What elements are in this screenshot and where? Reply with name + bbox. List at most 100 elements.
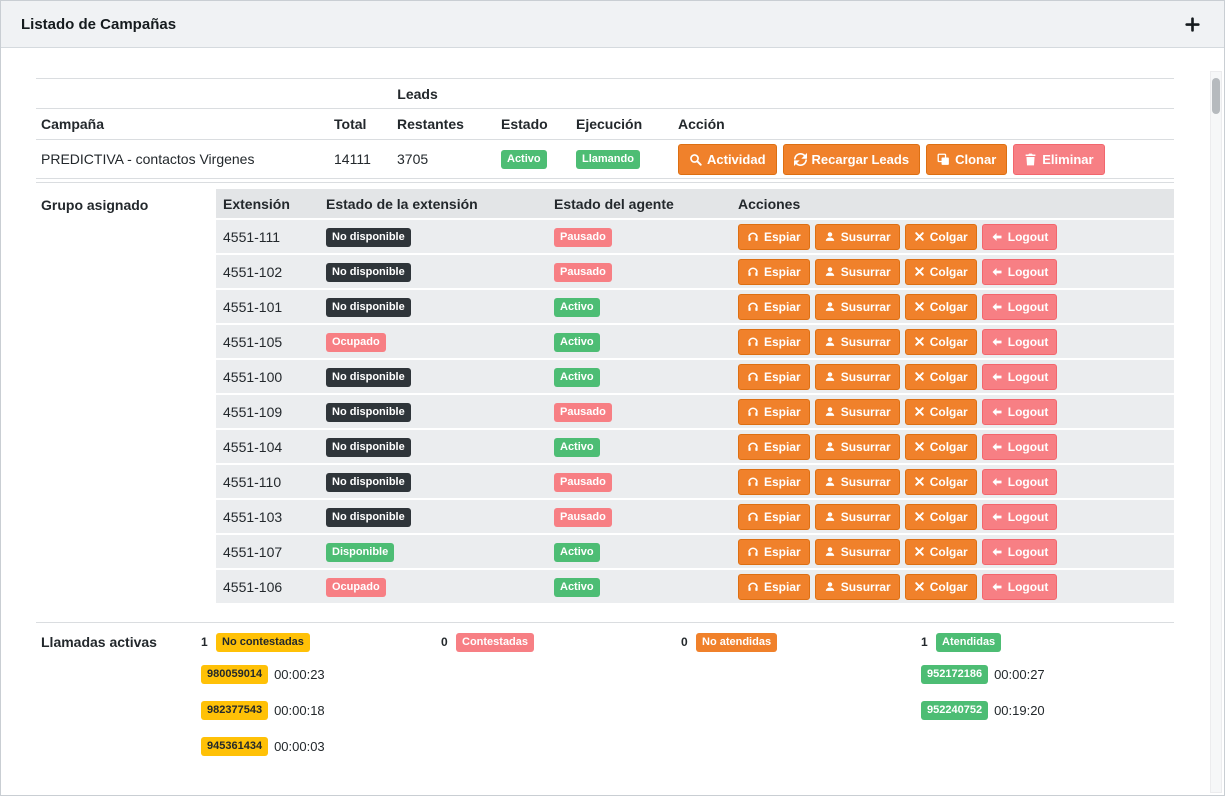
hangup-button[interactable]: Colgar — [905, 294, 977, 320]
call-number-badge: 980059014 — [201, 665, 268, 684]
logout-arrow-icon — [991, 301, 1003, 313]
spy-button[interactable]: Espiar — [738, 539, 810, 565]
whisper-button[interactable]: Susurrar — [815, 364, 900, 390]
logout-button-label: Logout — [1008, 440, 1049, 454]
whisper-button[interactable]: Susurrar — [815, 574, 900, 600]
whisper-button[interactable]: Susurrar — [815, 294, 900, 320]
hangup-button[interactable]: Colgar — [905, 469, 977, 495]
whisper-button[interactable]: Susurrar — [815, 329, 900, 355]
logout-button[interactable]: Logout — [982, 574, 1058, 600]
clone-button[interactable]: Clonar — [926, 144, 1007, 175]
hangup-button[interactable]: Colgar — [905, 399, 977, 425]
logout-button[interactable]: Logout — [982, 259, 1058, 285]
whisper-button[interactable]: Susurrar — [815, 259, 900, 285]
whisper-button-label: Susurrar — [841, 300, 891, 314]
hangup-x-icon — [914, 231, 925, 242]
extension-cell: 4551-106 — [216, 579, 326, 595]
delete-button[interactable]: Eliminar — [1013, 144, 1104, 175]
call-entry: 980059014 00:00:23 — [201, 665, 441, 684]
whisper-button[interactable]: Susurrar — [815, 399, 900, 425]
hangup-button[interactable]: Colgar — [905, 259, 977, 285]
logout-button[interactable]: Logout — [982, 504, 1058, 530]
column-header-execution: Ejecución — [576, 116, 676, 132]
hangup-button[interactable]: Colgar — [905, 329, 977, 355]
row-actions-cell: Espiar Susurrar Colgar Logout — [731, 399, 1174, 425]
hangup-button[interactable]: Colgar — [905, 224, 977, 250]
spy-button[interactable]: Espiar — [738, 399, 810, 425]
activity-button[interactable]: Actividad — [678, 144, 777, 175]
extension-label: 4551-105 — [223, 334, 282, 350]
extension-label: 4551-102 — [223, 264, 282, 280]
agent-state-badge: Activo — [554, 368, 600, 387]
row-actions-cell: Espiar Susurrar Colgar Logout — [731, 294, 1174, 320]
whisper-button[interactable]: Susurrar — [815, 539, 900, 565]
agent-state-cell: Activo — [554, 297, 731, 317]
call-entry: 952240752 00:19:20 — [921, 701, 1161, 720]
add-campaign-button[interactable] — [1181, 13, 1204, 36]
extension-cell: 4551-101 — [216, 299, 326, 315]
group-table-row: 4551-107 Disponible Activo Espiar — [216, 535, 1174, 570]
hangup-button-label: Colgar — [930, 370, 968, 384]
spy-button[interactable]: Espiar — [738, 224, 810, 250]
logout-button[interactable]: Logout — [982, 539, 1058, 565]
spy-button[interactable]: Espiar — [738, 259, 810, 285]
calls-count: 1 — [201, 635, 208, 649]
group-table-row: 4551-101 No disponible Activo Espiar — [216, 290, 1174, 325]
extension-state-badge: No disponible — [326, 438, 411, 457]
extension-cell: 4551-111 — [216, 229, 326, 245]
logout-button[interactable]: Logout — [982, 364, 1058, 390]
logout-button[interactable]: Logout — [982, 399, 1058, 425]
hangup-button[interactable]: Colgar — [905, 364, 977, 390]
logout-button[interactable]: Logout — [982, 224, 1058, 250]
delete-button-label: Eliminar — [1042, 152, 1093, 167]
column-header-state: Estado — [501, 116, 576, 132]
spy-button-label: Espiar — [764, 510, 801, 524]
vertical-scrollbar[interactable] — [1210, 71, 1222, 793]
extension-state-badge: No disponible — [326, 368, 411, 387]
logout-button[interactable]: Logout — [982, 469, 1058, 495]
call-entry: 982377543 00:00:18 — [201, 701, 441, 720]
agent-state-cell: Pausado — [554, 227, 731, 247]
logout-button[interactable]: Logout — [982, 329, 1058, 355]
spy-button[interactable]: Espiar — [738, 434, 810, 460]
hangup-button[interactable]: Colgar — [905, 434, 977, 460]
whisper-button-label: Susurrar — [841, 405, 891, 419]
spy-button[interactable]: Espiar — [738, 294, 810, 320]
hangup-button[interactable]: Colgar — [905, 539, 977, 565]
call-duration: 00:00:27 — [994, 667, 1045, 682]
hangup-button-label: Colgar — [930, 265, 968, 279]
headphones-icon — [747, 441, 759, 453]
extension-state-cell: Ocupado — [326, 577, 554, 597]
scrollbar-thumb[interactable] — [1212, 78, 1220, 114]
whisper-button-label: Susurrar — [841, 545, 891, 559]
calls-column: 0 Contestadas — [441, 632, 681, 756]
row-actions-cell: Espiar Susurrar Colgar Logout — [731, 259, 1174, 285]
reload-leads-button[interactable]: Recargar Leads — [783, 144, 921, 175]
group-section-title: Grupo asignado — [36, 189, 216, 605]
spy-button[interactable]: Espiar — [738, 469, 810, 495]
row-actions-cell: Espiar Susurrar Colgar Logout — [731, 224, 1174, 250]
spy-button[interactable]: Espiar — [738, 574, 810, 600]
agent-state-badge: Pausado — [554, 473, 612, 492]
whisper-button[interactable]: Susurrar — [815, 434, 900, 460]
whisper-button-label: Susurrar — [841, 230, 891, 244]
logout-button[interactable]: Logout — [982, 434, 1058, 460]
whisper-button[interactable]: Susurrar — [815, 469, 900, 495]
calls-category-badge: Atendidas — [936, 633, 1001, 652]
spy-button[interactable]: Espiar — [738, 329, 810, 355]
agent-state-cell: Pausado — [554, 472, 731, 492]
logout-button-label: Logout — [1008, 335, 1049, 349]
hangup-button[interactable]: Colgar — [905, 504, 977, 530]
whisper-button[interactable]: Susurrar — [815, 504, 900, 530]
agent-state-badge: Pausado — [554, 263, 612, 282]
spy-button-label: Espiar — [764, 545, 801, 559]
hangup-button[interactable]: Colgar — [905, 574, 977, 600]
spy-button[interactable]: Espiar — [738, 364, 810, 390]
agent-state-cell: Pausado — [554, 262, 731, 282]
spy-button[interactable]: Espiar — [738, 504, 810, 530]
whisper-button[interactable]: Susurrar — [815, 224, 900, 250]
person-icon — [824, 511, 836, 523]
logout-button[interactable]: Logout — [982, 294, 1058, 320]
extension-state-badge: Ocupado — [326, 333, 386, 352]
logout-arrow-icon — [991, 231, 1003, 243]
